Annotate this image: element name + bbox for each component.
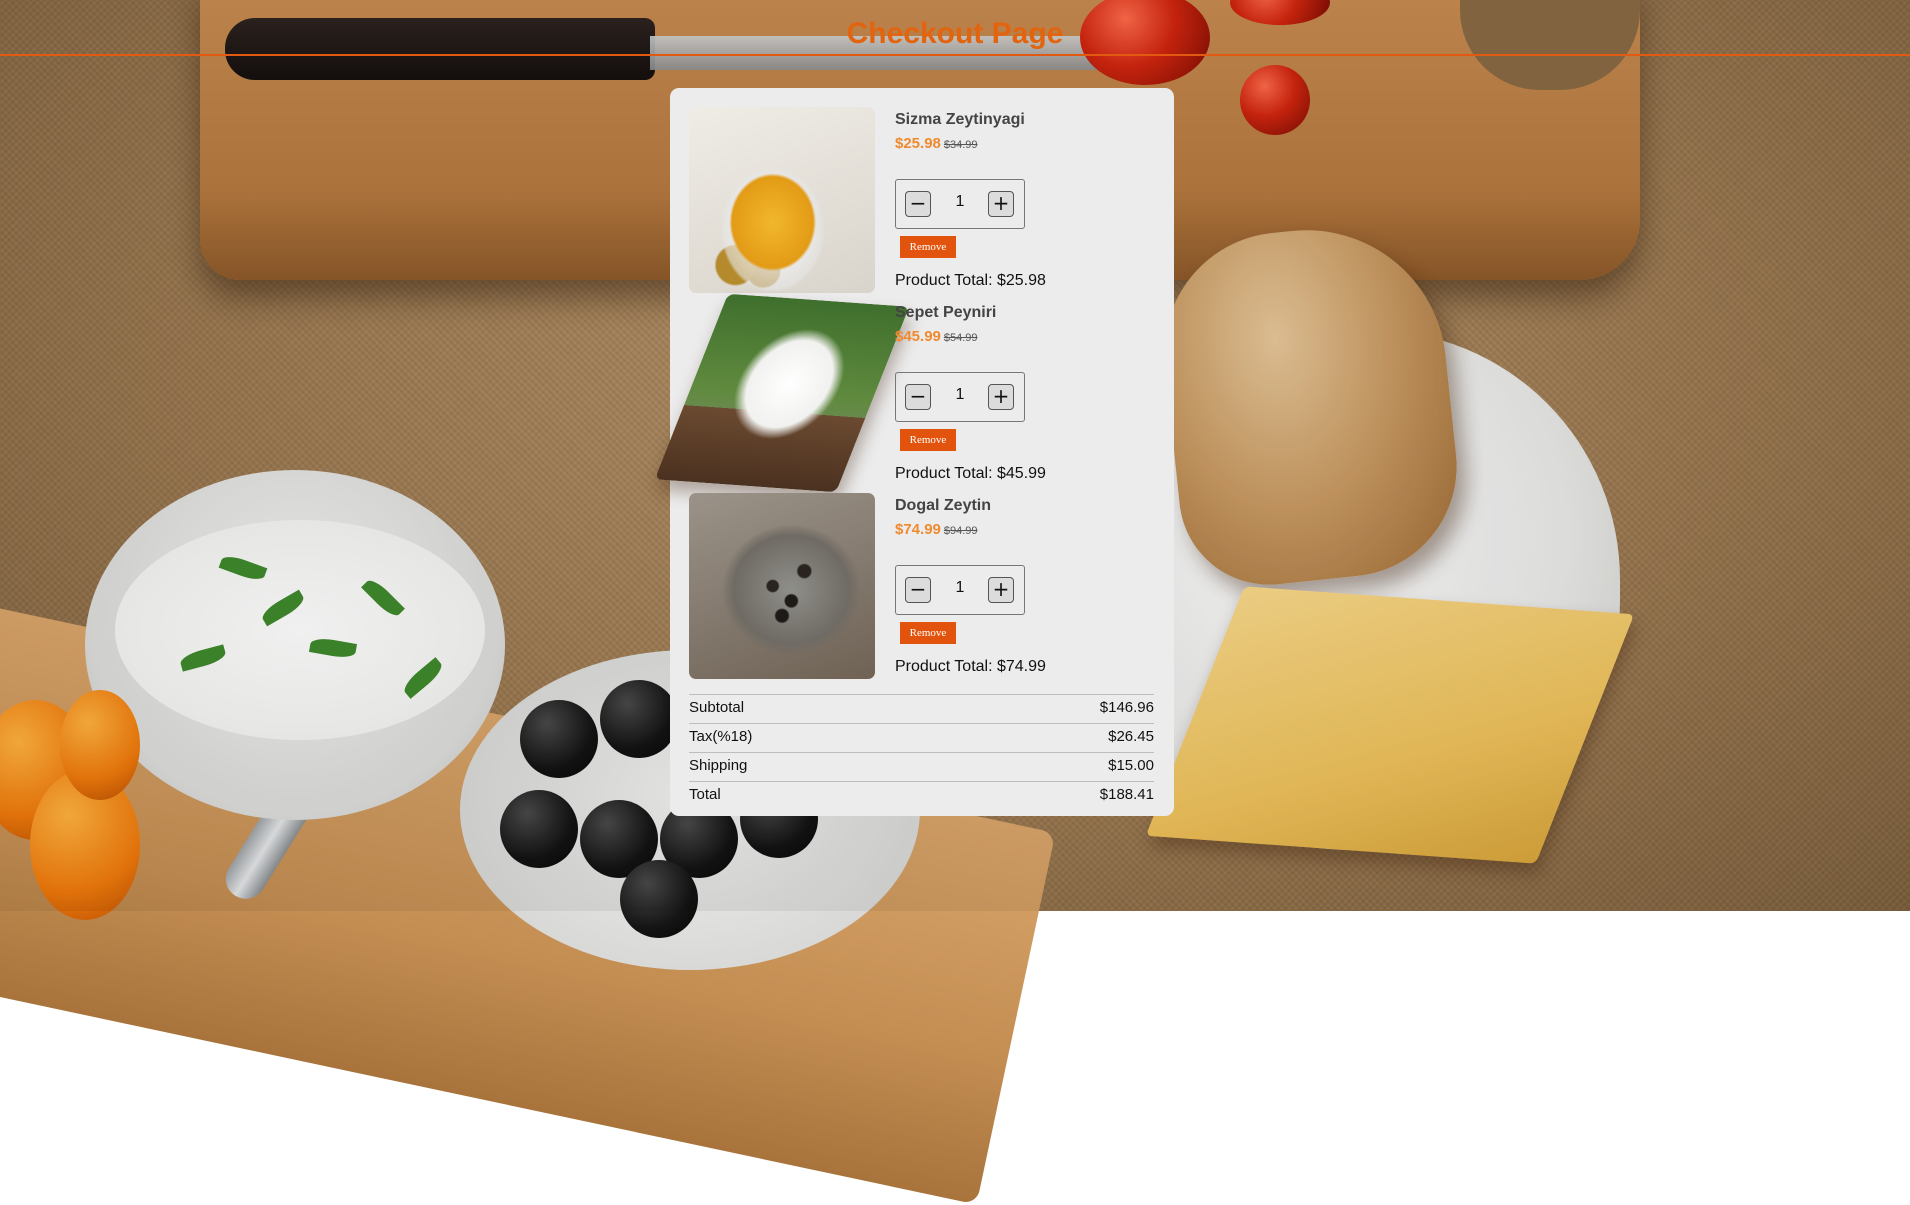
page-header: Checkout Page	[0, 0, 1910, 56]
summary-value: $188.41	[1099, 786, 1154, 803]
quantity-stepper: − 1 +	[895, 565, 1025, 615]
summary-row-subtotal: Subtotal $146.96	[689, 694, 1154, 723]
increase-quantity-button[interactable]: +	[988, 191, 1014, 217]
product-name: Dogal Zeytin	[895, 497, 992, 514]
item-info: Dogal Zeytin $74.99 $94.99	[895, 497, 991, 539]
decrease-quantity-button[interactable]: −	[905, 577, 931, 603]
item-info: Sizma Zeytinyagi $25.98 $34.99	[895, 111, 1025, 153]
summary-row-tax: Tax(%18) $26.45	[689, 723, 1154, 752]
checkout-card: Sizma Zeytinyagi $25.98 $34.99 − 1 + Remo…	[654, 88, 1174, 816]
product-old-price: $34.99	[943, 139, 978, 151]
summary-label: Subtotal	[689, 699, 745, 716]
product-price: $25.98	[895, 135, 941, 152]
summary-value: $15.00	[1108, 757, 1154, 774]
page-title: Checkout Page	[846, 17, 1064, 50]
product-total: Product Total: $25.98	[895, 272, 1046, 289]
summary-label: Shipping	[689, 757, 748, 774]
remove-button[interactable]: Remove	[900, 236, 956, 258]
quantity-stepper: − 1 +	[895, 179, 1025, 229]
decrease-quantity-button[interactable]: −	[905, 191, 931, 217]
quantity-value[interactable]: 1	[946, 386, 974, 404]
quantity-stepper: − 1 +	[895, 372, 1025, 422]
summary-row-shipping: Shipping $15.00	[689, 752, 1154, 781]
product-price: $74.99	[895, 521, 941, 538]
price-block: $74.99 $94.99	[895, 521, 991, 539]
product-total: Product Total: $74.99	[895, 658, 1046, 675]
product-old-price: $54.99	[943, 332, 978, 344]
cheese-image	[654, 293, 910, 493]
summary-value: $146.96	[1099, 699, 1154, 716]
summary-row-total: Total $188.41	[689, 781, 1154, 810]
cart-item: Sizma Zeytinyagi $25.98 $34.99 − 1 + Remo…	[689, 107, 1154, 300]
remove-button[interactable]: Remove	[900, 429, 956, 451]
decrease-quantity-button[interactable]: −	[905, 384, 931, 410]
cart-item: Sepet Peyniri $45.99 $54.99 − 1 + Remove …	[654, 293, 1154, 493]
product-name: Sizma Zeytinyagi	[895, 111, 1025, 128]
increase-quantity-button[interactable]: +	[988, 384, 1014, 410]
product-price: $45.99	[895, 328, 941, 345]
summary-value: $26.45	[1108, 728, 1154, 745]
quantity-value[interactable]: 1	[946, 579, 974, 597]
price-block: $45.99 $54.99	[895, 328, 996, 346]
order-summary: Subtotal $146.96 Tax(%18) $26.45 Shippin…	[689, 694, 1154, 810]
quantity-value[interactable]: 1	[946, 193, 974, 211]
remove-button[interactable]: Remove	[900, 622, 956, 644]
increase-quantity-button[interactable]: +	[988, 577, 1014, 603]
item-info: Sepet Peyniri $45.99 $54.99	[895, 304, 996, 346]
product-old-price: $94.99	[943, 525, 978, 537]
summary-label: Tax(%18)	[689, 728, 753, 745]
product-total: Product Total: $45.99	[895, 465, 1046, 482]
olive-oil-image	[689, 107, 875, 293]
cart-item: Dogal Zeytin $74.99 $94.99 − 1 + Remove P…	[689, 493, 1154, 686]
olives-image	[689, 493, 875, 679]
price-block: $25.98 $34.99	[895, 135, 1025, 153]
summary-label: Total	[689, 786, 721, 803]
product-name: Sepet Peyniri	[895, 304, 997, 321]
